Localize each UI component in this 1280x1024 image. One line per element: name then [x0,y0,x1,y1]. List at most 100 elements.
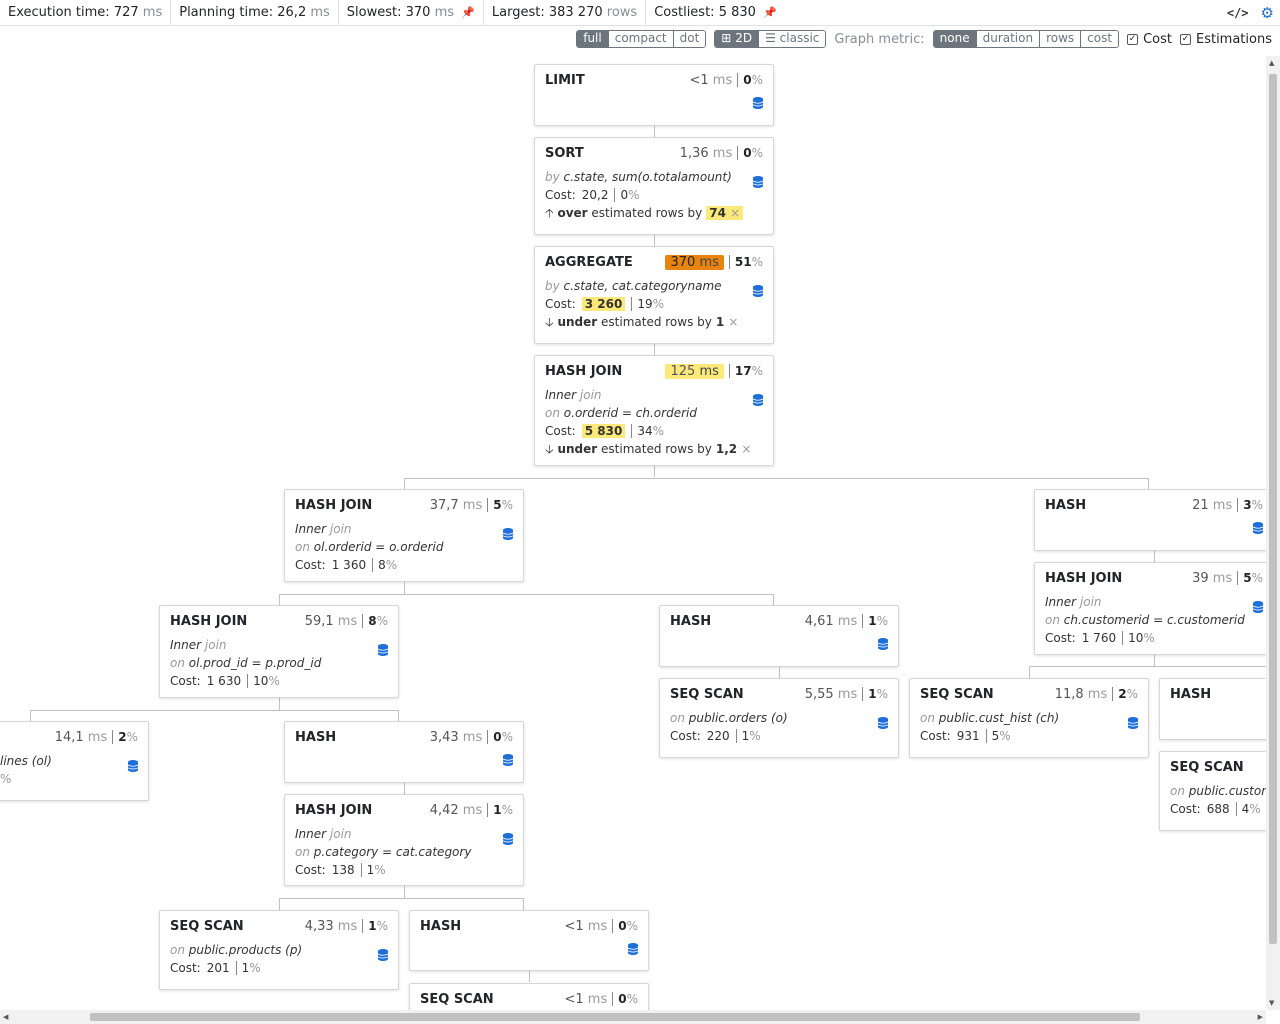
plan-node-seq-scan[interactable]: SEQ SCAN <1 ms 0% [409,983,649,1010]
edge [1029,666,1266,667]
scroll-down-icon[interactable]: ▼ [1269,999,1274,1007]
database-icon[interactable] [878,638,888,650]
plan-node-hash-join[interactable]: HASH JOIN 39 ms 5% Inner join on ch.cust… [1034,562,1266,655]
percent-value: 5 [493,498,502,512]
plan-node-hash[interactable]: HASH 4,61 ms 1% [659,605,899,667]
scroll-right-icon[interactable]: ▶ [1258,1013,1263,1021]
on-label: on [170,943,185,957]
node-cost: Cost: 1 360 8% [295,556,489,574]
metric-cost-button[interactable]: cost [1080,31,1119,47]
vertical-scrollbar[interactable]: ▲ ▼ [1266,56,1280,1010]
plan-node-hash-join[interactable]: HASH JOIN 37,7 ms 5% Inner join on ol.or… [284,489,524,582]
cost-percent-value: 10 [253,674,269,688]
cost-label: Cost: [545,188,576,202]
duration-unit: ms [699,254,719,270]
database-icon[interactable] [1128,717,1138,729]
relation-value: lines (ol) [0,754,52,768]
database-icon[interactable] [1253,601,1263,613]
cost-percent: 4% [1235,802,1261,816]
cost-toggle[interactable]: ✓ Cost [1127,32,1172,47]
database-icon[interactable] [503,528,513,540]
duration-value: <1 [689,72,709,88]
node-percent: 5% [487,498,513,512]
plan-node-limit[interactable]: LIMIT <1 ms 0% [534,64,774,126]
estimation-factor-value: 1,2 [715,442,738,456]
database-icon[interactable] [503,833,513,845]
layout-full-button[interactable]: full [577,31,608,47]
database-icon[interactable] [753,97,763,109]
arrow-down-icon: 🡣 [545,442,554,456]
node-duration: 4,33 ms [305,919,358,934]
database-icon[interactable] [128,760,138,772]
cost-checkbox[interactable]: ✓ [1127,33,1139,45]
code-icon[interactable]: </> [1227,6,1249,20]
node-percent: 1% [362,919,388,933]
horizontal-scrollbar[interactable]: ◀ ▶ [0,1010,1266,1024]
estimations-checkbox[interactable]: ✓ [1179,33,1191,45]
plan-node-hash[interactable]: HASH <1 ms 0% [409,910,649,971]
relation-value: public.orders (o) [688,711,788,725]
join-label: join [1079,595,1102,609]
edge [1029,666,1030,678]
plan-node-aggregate[interactable]: AGGREGATE 370 ms 51% by c.state, cat.cat… [534,246,774,344]
edge [404,782,405,794]
duration-value: 3,43 [429,729,459,745]
cost-label: Cost: [545,297,576,311]
edge [279,898,280,910]
view-classic-button[interactable]: ☰ classic [758,31,826,47]
plan-node-hash[interactable]: HASH [1159,678,1266,740]
plan-node-seq-scan[interactable]: SEQ SCAN 11,8 ms 2% on public.cust_hist … [909,678,1149,758]
on-label: on [920,711,935,725]
thumbtack-icon[interactable]: 📌 [763,0,777,26]
plan-node-sort[interactable]: SORT 1,36 ms 0% by c.state, sum(o.totala… [534,137,774,235]
plan-node-hash[interactable]: HASH 3,43 ms 0% [284,721,524,783]
plan-graph-canvas[interactable]: LIMIT <1 ms 0% SORT 1,36 ms 0% by c.stat… [0,56,1266,1010]
slowest-value: 370 [405,4,431,20]
list-icon: ☰ [765,31,776,45]
cost-value: 1 760 [1081,631,1117,645]
edge [1154,654,1155,666]
metric-none-button[interactable]: none [933,31,976,47]
database-icon[interactable] [378,949,388,961]
metric-rows-button[interactable]: rows [1039,31,1081,47]
percent-value: 5 [1243,571,1252,585]
plan-node-seq-scan[interactable]: 14,1 ms 2% lines (ol) % [0,721,149,801]
database-icon[interactable] [628,943,638,955]
database-icon[interactable] [753,176,763,188]
plan-node-hash-join[interactable]: HASH JOIN 125 ms 17% Inner join on o.ord… [534,355,774,466]
scroll-left-icon[interactable]: ◀ [3,1013,8,1021]
database-icon[interactable] [378,644,388,656]
view-2d-button[interactable]: ⊞ 2D [715,31,759,47]
database-icon[interactable] [503,754,513,766]
database-icon[interactable] [1253,522,1263,534]
execution-time-value: 727 [113,4,139,20]
node-title: SEQ SCAN [420,991,494,1007]
duration-value: 11,8 [1054,686,1084,702]
edge [404,478,1148,479]
node-duration: <1 ms [564,992,607,1007]
plan-node-seq-scan[interactable]: SEQ SCAN 5,55 ms 1% on public.orders (o)… [659,678,899,758]
database-icon[interactable] [878,717,888,729]
graph-metric-switch: none duration rows cost [932,30,1120,48]
plan-node-hash[interactable]: HASH 21 ms 3% [1034,489,1266,551]
plan-node-seq-scan[interactable]: SEQ SCAN on public.custome Cost: 688 4% [1159,751,1266,831]
node-title: AGGREGATE [545,254,633,270]
horizontal-scroll-thumb[interactable] [90,1013,1140,1021]
plan-node-seq-scan[interactable]: SEQ SCAN 4,33 ms 1% on public.products (… [159,910,399,990]
database-icon[interactable] [753,285,763,297]
duration-value: 37,7 [429,497,459,513]
estimations-toggle[interactable]: ✓ Estimations [1179,32,1272,47]
node-join-type: Inner join [295,825,489,843]
layout-dot-button[interactable]: dot [672,31,706,47]
plan-node-hash-join[interactable]: HASH JOIN 4,42 ms 1% Inner join on p.cat… [284,794,524,886]
cost-value: 931 [956,729,980,743]
vertical-scroll-thumb[interactable] [1269,74,1277,944]
layout-compact-button[interactable]: compact [607,31,673,47]
node-group-key: by c.state, cat.categoryname [545,277,739,295]
thumbtack-icon[interactable]: 📌 [461,0,475,26]
plan-node-hash-join[interactable]: HASH JOIN 59,1 ms 8% Inner join on ol.pr… [159,605,399,698]
gear-icon[interactable]: ⚙ [1261,4,1274,22]
metric-duration-button[interactable]: duration [975,31,1040,47]
scroll-up-icon[interactable]: ▲ [1269,59,1274,67]
database-icon[interactable] [753,394,763,406]
